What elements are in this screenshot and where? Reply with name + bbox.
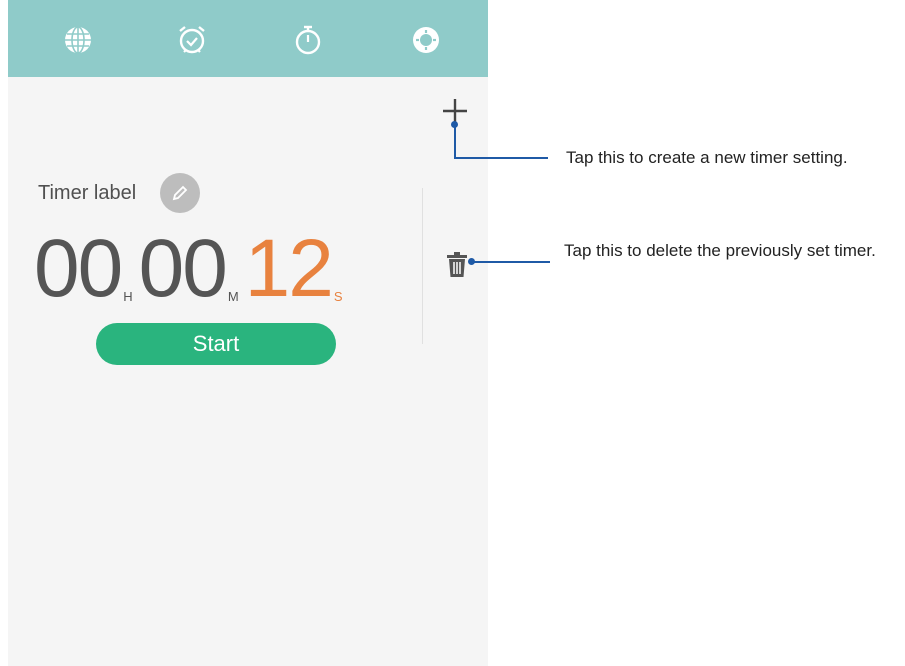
tab-alarm[interactable] [172, 20, 212, 60]
add-callout-text: Tap this to create a new timer setting. [566, 148, 848, 167]
timer-display[interactable]: 00 H 00 M 12 S [34, 220, 349, 310]
timer-label[interactable]: Timer label [38, 182, 136, 205]
trash-icon [447, 252, 467, 277]
seconds-value: 12 [244, 223, 334, 314]
timer-icon [413, 27, 439, 53]
hours-unit: H [123, 289, 133, 304]
add-callout-line-vertical [454, 124, 456, 159]
delete-callout-dot [468, 258, 475, 265]
delete-callout-line [472, 261, 550, 263]
add-callout-line-horizontal [454, 157, 548, 159]
alarm-clock-icon [179, 26, 205, 54]
phone-screen: Timer label 00 H 00 M 12 S Start [8, 0, 488, 666]
start-button[interactable]: Start [96, 323, 336, 365]
tab-world-clock[interactable] [58, 20, 98, 60]
minutes-unit: M [227, 289, 239, 304]
stopwatch-icon [295, 25, 321, 55]
tab-bar [8, 0, 488, 77]
minutes-value: 00 [138, 223, 228, 314]
seconds-unit: S [333, 289, 343, 304]
tab-stopwatch[interactable] [288, 20, 328, 60]
pencil-icon [172, 185, 188, 201]
tab-timer[interactable] [406, 20, 446, 60]
delete-timer-button[interactable] [444, 248, 470, 282]
add-callout-dot [451, 121, 458, 128]
timer-label-row: Timer label [38, 173, 201, 213]
edit-label-button[interactable] [160, 173, 201, 213]
delete-callout-text: Tap this to delete the previously set ti… [564, 241, 876, 260]
divider [422, 188, 423, 344]
hours-value: 00 [34, 223, 123, 314]
globe-icon [65, 26, 91, 54]
